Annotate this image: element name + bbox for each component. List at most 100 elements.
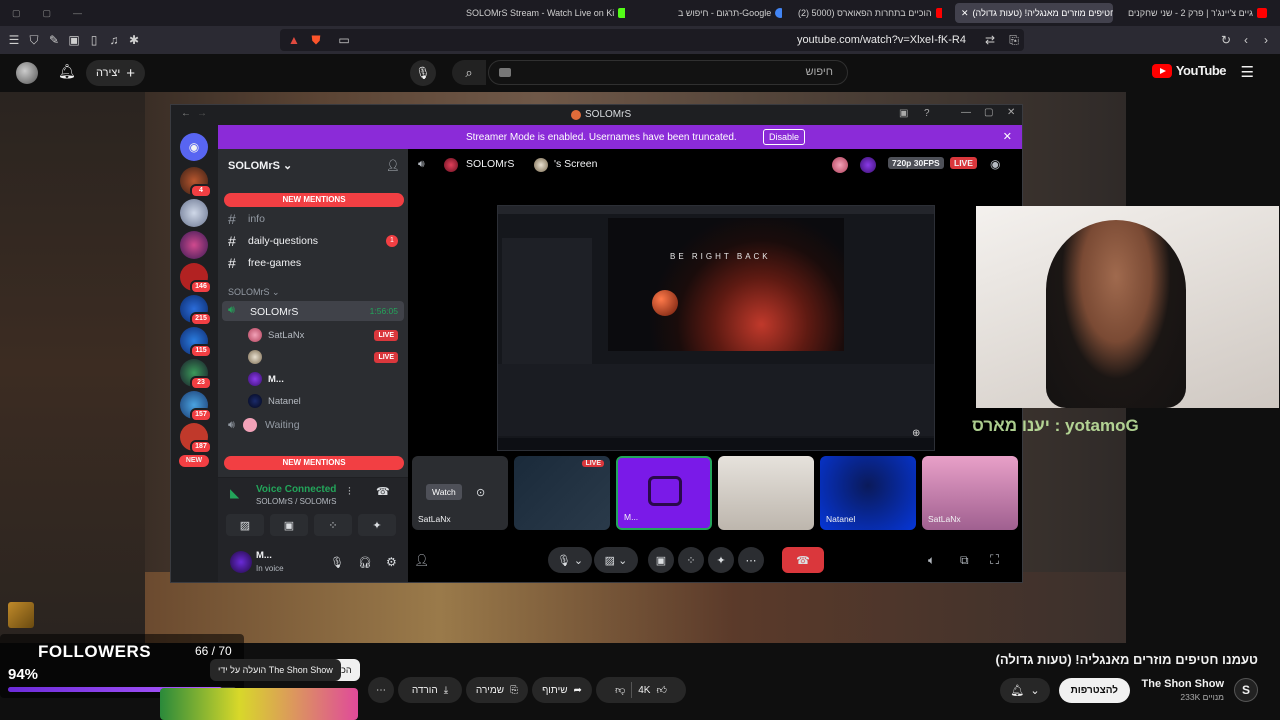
zoom-icon[interactable]: ⊕ bbox=[912, 428, 920, 439]
url-bar[interactable]: ▲ ⛊ ▭ youtube.com/watch?v=XlxeI-fK-R4 ⇄ bbox=[280, 29, 1024, 51]
tabs-icon[interactable]: ▣ bbox=[66, 32, 82, 48]
activities-button[interactable]: ⁘ bbox=[678, 547, 704, 573]
help-icon[interactable]: ? bbox=[924, 108, 930, 119]
search-button[interactable]: ⌕ bbox=[452, 60, 486, 85]
server-5[interactable]: 215 bbox=[180, 295, 212, 326]
signal-icon[interactable]: ◣ bbox=[230, 486, 239, 500]
extensions-icon[interactable]: ✎ bbox=[46, 32, 62, 48]
account-avatar[interactable] bbox=[16, 62, 38, 84]
leave-call-button[interactable]: ☎ bbox=[782, 547, 824, 573]
camera-button[interactable]: ▨ ⌄ bbox=[594, 547, 638, 573]
notification-bell-button[interactable]: 🔔︎ ⌄ bbox=[1000, 678, 1050, 703]
music-icon[interactable]: ♫ bbox=[106, 32, 122, 48]
watch-button[interactable]: Watch bbox=[426, 484, 462, 500]
participant-tile[interactable]: LIVE bbox=[514, 456, 610, 530]
download-button[interactable]: הורדה ⤓ bbox=[398, 677, 462, 703]
back-arrow-icon[interactable]: ← bbox=[181, 108, 191, 119]
close-icon[interactable]: ✕ bbox=[1007, 107, 1015, 118]
voice-member[interactable] bbox=[248, 348, 268, 366]
server-8[interactable]: 157 bbox=[180, 391, 212, 422]
restore-icon[interactable]: ▢ bbox=[43, 8, 52, 19]
voice-member[interactable]: Natanel bbox=[248, 392, 301, 410]
popout-icon[interactable]: ⊙ bbox=[476, 486, 485, 499]
puzzle-icon[interactable]: ✱ bbox=[126, 32, 142, 48]
youtube-logo[interactable]: YouTube bbox=[1151, 63, 1227, 78]
participant-tile[interactable]: SatLaNx bbox=[922, 456, 1018, 530]
create-button[interactable]: יצירה + bbox=[86, 60, 145, 86]
recommended-thumbnail[interactable] bbox=[160, 688, 358, 720]
activities-button[interactable]: ⁘ bbox=[314, 514, 352, 536]
site-settings-icon[interactable]: ⇄ bbox=[982, 32, 998, 48]
user-avatar[interactable] bbox=[230, 551, 252, 573]
server-4[interactable]: 146 bbox=[180, 263, 212, 294]
close-tab-icon[interactable]: ✕ bbox=[961, 8, 969, 19]
channel-avatar[interactable]: S bbox=[1234, 678, 1258, 702]
soundboard-button[interactable]: ✦ bbox=[358, 514, 396, 536]
maximize-icon[interactable]: ▢ bbox=[984, 107, 993, 118]
mic-button[interactable]: 🎙︎ ⌄ bbox=[548, 547, 592, 573]
participant-tile-speaking[interactable]: M... bbox=[616, 456, 712, 530]
participant-tile[interactable]: Natanel bbox=[820, 456, 916, 530]
tab-kick[interactable]: SOLOMrS Stream - Watch Live on Ki bbox=[460, 3, 625, 23]
dislike-icon[interactable]: 👎︎ bbox=[615, 684, 625, 696]
disconnect-icon[interactable]: ☎ bbox=[376, 485, 390, 498]
channel-name[interactable]: The Shon Show bbox=[1142, 678, 1225, 690]
save-button[interactable]: שמירה ⎘ bbox=[466, 677, 528, 703]
voice-member[interactable]: M... bbox=[248, 370, 284, 388]
reload-icon[interactable]: ↻ bbox=[1218, 32, 1234, 48]
viewer-avatar[interactable] bbox=[832, 157, 848, 173]
voice-channel-waiting[interactable]: 🔊︎ Waiting bbox=[228, 415, 404, 435]
server-1[interactable]: 4 bbox=[180, 167, 212, 198]
chip-from-channel[interactable]: הועלה על ידי The Shon Show bbox=[210, 659, 341, 681]
like-icon[interactable]: 👍︎ bbox=[656, 684, 666, 696]
disable-button[interactable]: Disable bbox=[763, 129, 806, 145]
participant-tile[interactable] bbox=[718, 456, 814, 530]
voice-search-button[interactable]: 🎙︎ bbox=[410, 60, 436, 86]
server-3[interactable] bbox=[180, 231, 208, 259]
voice-member[interactable]: SatLaNx bbox=[248, 326, 304, 344]
forward-arrow-icon[interactable]: → bbox=[197, 108, 207, 119]
minimize-icon[interactable]: — bbox=[961, 107, 971, 118]
tab-youtube-2[interactable]: (2) הוכיים בתחרות הפאוארס (5000 bbox=[792, 3, 942, 23]
bookmark-icon[interactable]: ⎘ bbox=[1006, 32, 1022, 48]
voice-channel-active[interactable]: 🔊︎ SOLOMrS 1:56:05 bbox=[222, 301, 404, 321]
server-6[interactable]: 115 bbox=[180, 327, 212, 358]
fullscreen-icon[interactable]: ⛶ bbox=[990, 552, 999, 568]
forward-icon[interactable]: › bbox=[1258, 32, 1274, 48]
channel-info[interactable]: # info bbox=[228, 209, 404, 229]
keyboard-icon[interactable] bbox=[499, 68, 511, 77]
more-button[interactable]: ⋯ bbox=[738, 547, 764, 573]
headset-icon[interactable]: 🎧︎ bbox=[358, 556, 372, 569]
reader-icon[interactable]: ▭ bbox=[336, 32, 352, 48]
viewer-avatar[interactable] bbox=[860, 157, 876, 173]
soundboard-button[interactable]: ✦ bbox=[708, 547, 734, 573]
new-servers-badge[interactable]: NEW bbox=[179, 455, 209, 467]
server-7[interactable]: 23 bbox=[180, 359, 212, 390]
close-banner-icon[interactable]: ✕ bbox=[1003, 130, 1012, 143]
camera-toggle-button[interactable]: ▨ bbox=[226, 514, 264, 536]
channel-daily-questions[interactable]: # daily-questions 1 bbox=[228, 231, 404, 251]
tab-google[interactable]: תרגום - חיפוש ב-Google bbox=[672, 3, 782, 23]
volume-icon[interactable]: 🔈︎ bbox=[928, 553, 935, 568]
brave-rewards-icon[interactable]: ▲ bbox=[286, 32, 302, 48]
sidebar-icon[interactable]: ▢ bbox=[12, 8, 21, 19]
share-screen-button[interactable]: ▣ bbox=[648, 547, 674, 573]
sidebar-icon[interactable]: ▯ bbox=[86, 32, 102, 48]
discord-home-icon[interactable]: ◉ bbox=[180, 133, 208, 161]
new-mentions-top[interactable]: NEW MENTIONS bbox=[224, 193, 404, 207]
search-input[interactable]: חיפוש bbox=[488, 60, 848, 85]
brave-shields-icon[interactable]: ⛊ bbox=[308, 32, 324, 48]
more-actions-button[interactable]: ⋯ bbox=[368, 677, 394, 703]
tab-youtube-active[interactable]: ✕ טעמנו חטיפים מוזרים מאנגליה! (טעות גדו… bbox=[955, 3, 1113, 23]
popout-icon[interactable]: ⧉ bbox=[960, 553, 969, 568]
screen-share-view[interactable]: BE RIGHT BACK ⊕ bbox=[497, 205, 935, 451]
share-button[interactable]: שיתוף ➦ bbox=[532, 677, 592, 703]
like-count[interactable]: 4K bbox=[638, 685, 650, 696]
channel-free-games[interactable]: # free-games bbox=[228, 253, 404, 273]
participant-tile[interactable]: Watch ⊙ SatLaNx bbox=[412, 456, 508, 530]
server-name-header[interactable]: SOLOMrS ⌄ bbox=[228, 159, 292, 172]
microphone-icon[interactable]: 🎙︎ bbox=[330, 556, 344, 569]
back-icon[interactable]: ‹ bbox=[1238, 32, 1254, 48]
chat-bubble-icon[interactable]: ◉ bbox=[990, 157, 1000, 171]
settings-gear-icon[interactable]: ⚙ bbox=[386, 555, 397, 569]
